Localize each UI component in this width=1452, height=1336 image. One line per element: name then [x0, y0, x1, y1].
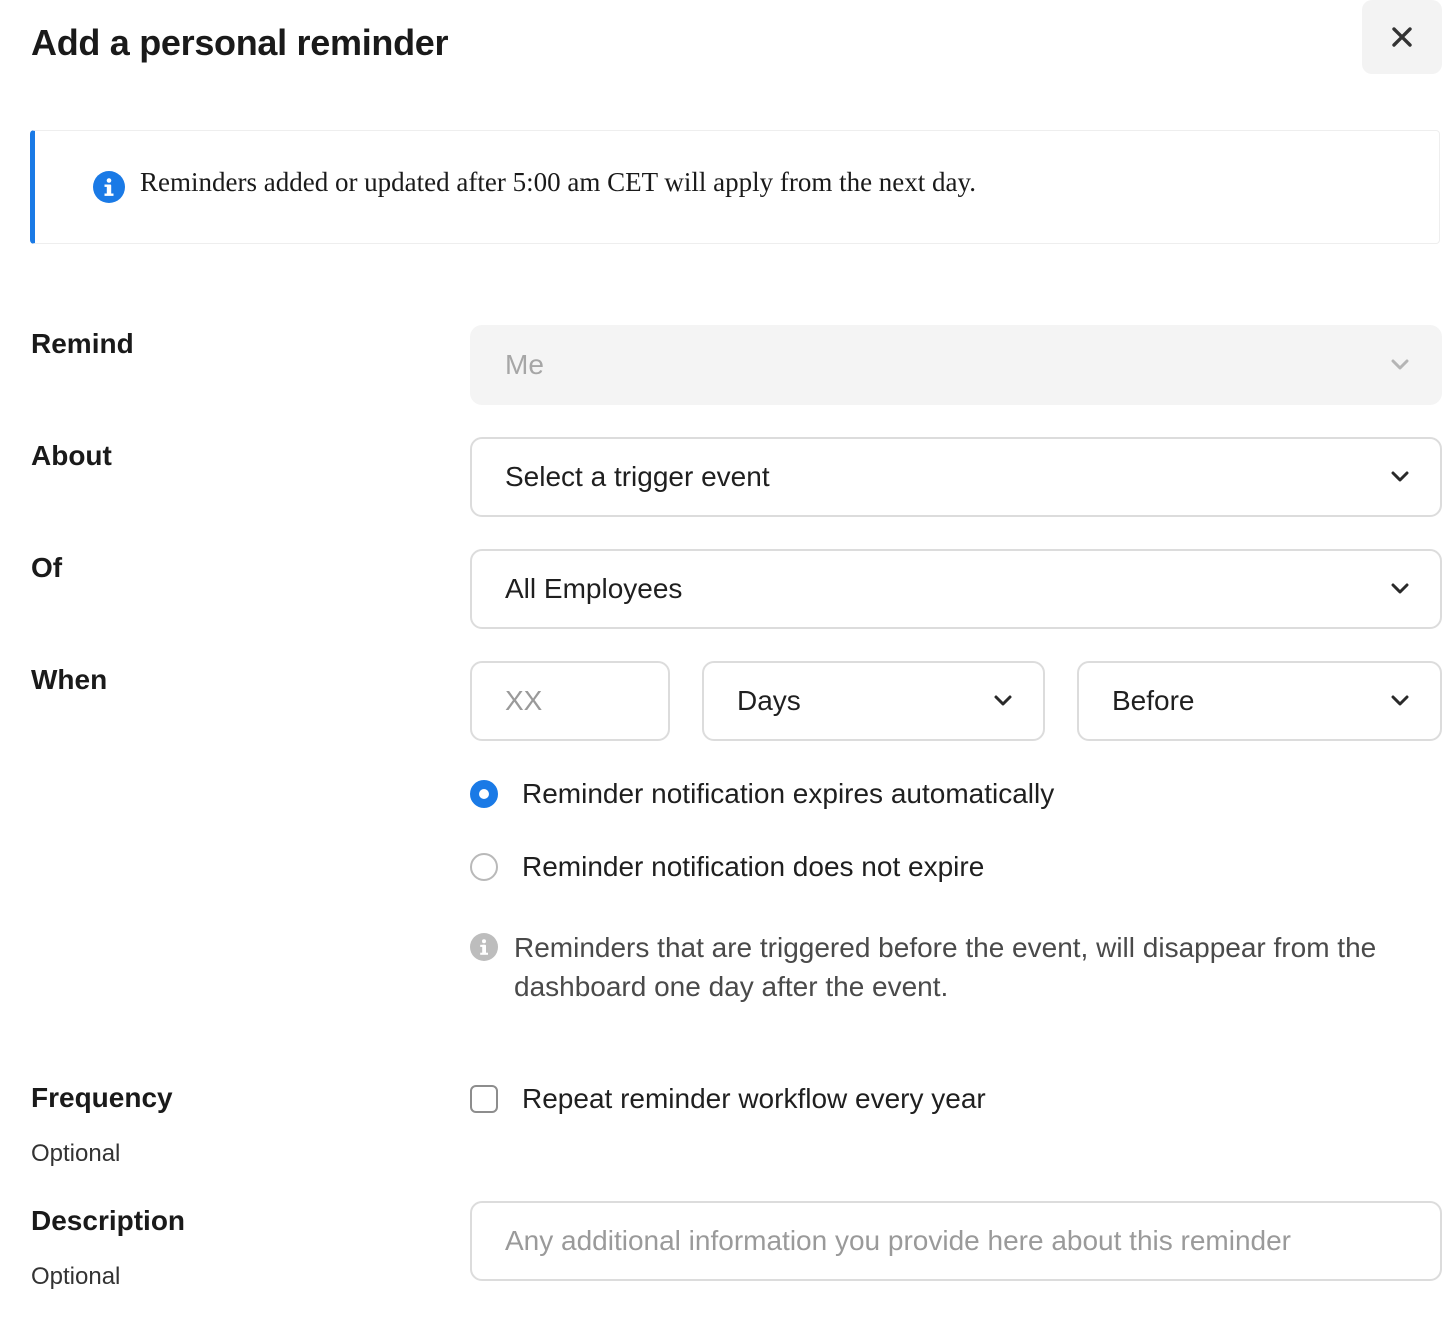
unit-value: Days	[737, 685, 801, 716]
amount-placeholder: XX	[505, 685, 543, 716]
does-not-expire-option[interactable]: Reminder notification does not expire	[470, 851, 984, 883]
when-label: When	[31, 664, 108, 695]
repeat-yearly-checkbox[interactable]	[470, 1085, 498, 1113]
direction-value: Before	[1112, 685, 1195, 716]
expires-automatically-label: Reminder notification expires automatica…	[522, 778, 1055, 809]
does-not-expire-radio[interactable]	[470, 853, 498, 881]
frequency-optional-label: Optional	[31, 1140, 121, 1167]
direction-select[interactable]: Before	[1077, 661, 1442, 741]
remind-label: Remind	[31, 328, 134, 359]
chevron-down-icon	[1391, 359, 1409, 370]
trigger-event-select[interactable]: Select a trigger event	[470, 437, 1442, 517]
about-label: About	[31, 440, 112, 471]
chevron-down-icon	[1391, 471, 1409, 482]
remind-select: Me	[470, 325, 1442, 405]
info-banner: Reminders added or updated after 5:00 am…	[30, 130, 1440, 244]
employees-select[interactable]: All Employees	[470, 549, 1442, 629]
dialog-title: Add a personal reminder	[31, 22, 449, 63]
expires-automatically-option[interactable]: Reminder notification expires automatica…	[470, 778, 1054, 810]
unit-select[interactable]: Days	[702, 661, 1045, 741]
chevron-down-icon	[994, 695, 1012, 706]
does-not-expire-label: Reminder notification does not expire	[522, 851, 985, 882]
info-icon	[470, 933, 498, 961]
info-icon	[93, 171, 125, 203]
close-icon	[1392, 27, 1412, 47]
repeat-yearly-label: Repeat reminder workflow every year	[522, 1083, 986, 1114]
chevron-down-icon	[1391, 583, 1409, 594]
frequency-label: Frequency	[31, 1082, 173, 1113]
description-input[interactable]: Any additional information you provide h…	[470, 1201, 1442, 1281]
description-label: Description	[31, 1205, 186, 1236]
chevron-down-icon	[1391, 695, 1409, 706]
close-button[interactable]	[1362, 0, 1442, 74]
repeat-yearly-option[interactable]: Repeat reminder workflow every year	[470, 1083, 986, 1115]
trigger-event-value: Select a trigger event	[505, 461, 770, 492]
description-optional-label: Optional	[31, 1263, 121, 1290]
of-label: Of	[31, 552, 63, 583]
remind-select-value: Me	[505, 349, 544, 380]
expires-automatically-radio[interactable]	[470, 780, 498, 808]
description-placeholder: Any additional information you provide h…	[505, 1225, 1292, 1256]
when-hint-text: Reminders that are triggered before the …	[514, 932, 1377, 1002]
amount-input[interactable]: XX	[470, 661, 670, 741]
banner-text: Reminders added or updated after 5:00 am…	[140, 167, 977, 197]
employees-value: All Employees	[505, 573, 683, 604]
